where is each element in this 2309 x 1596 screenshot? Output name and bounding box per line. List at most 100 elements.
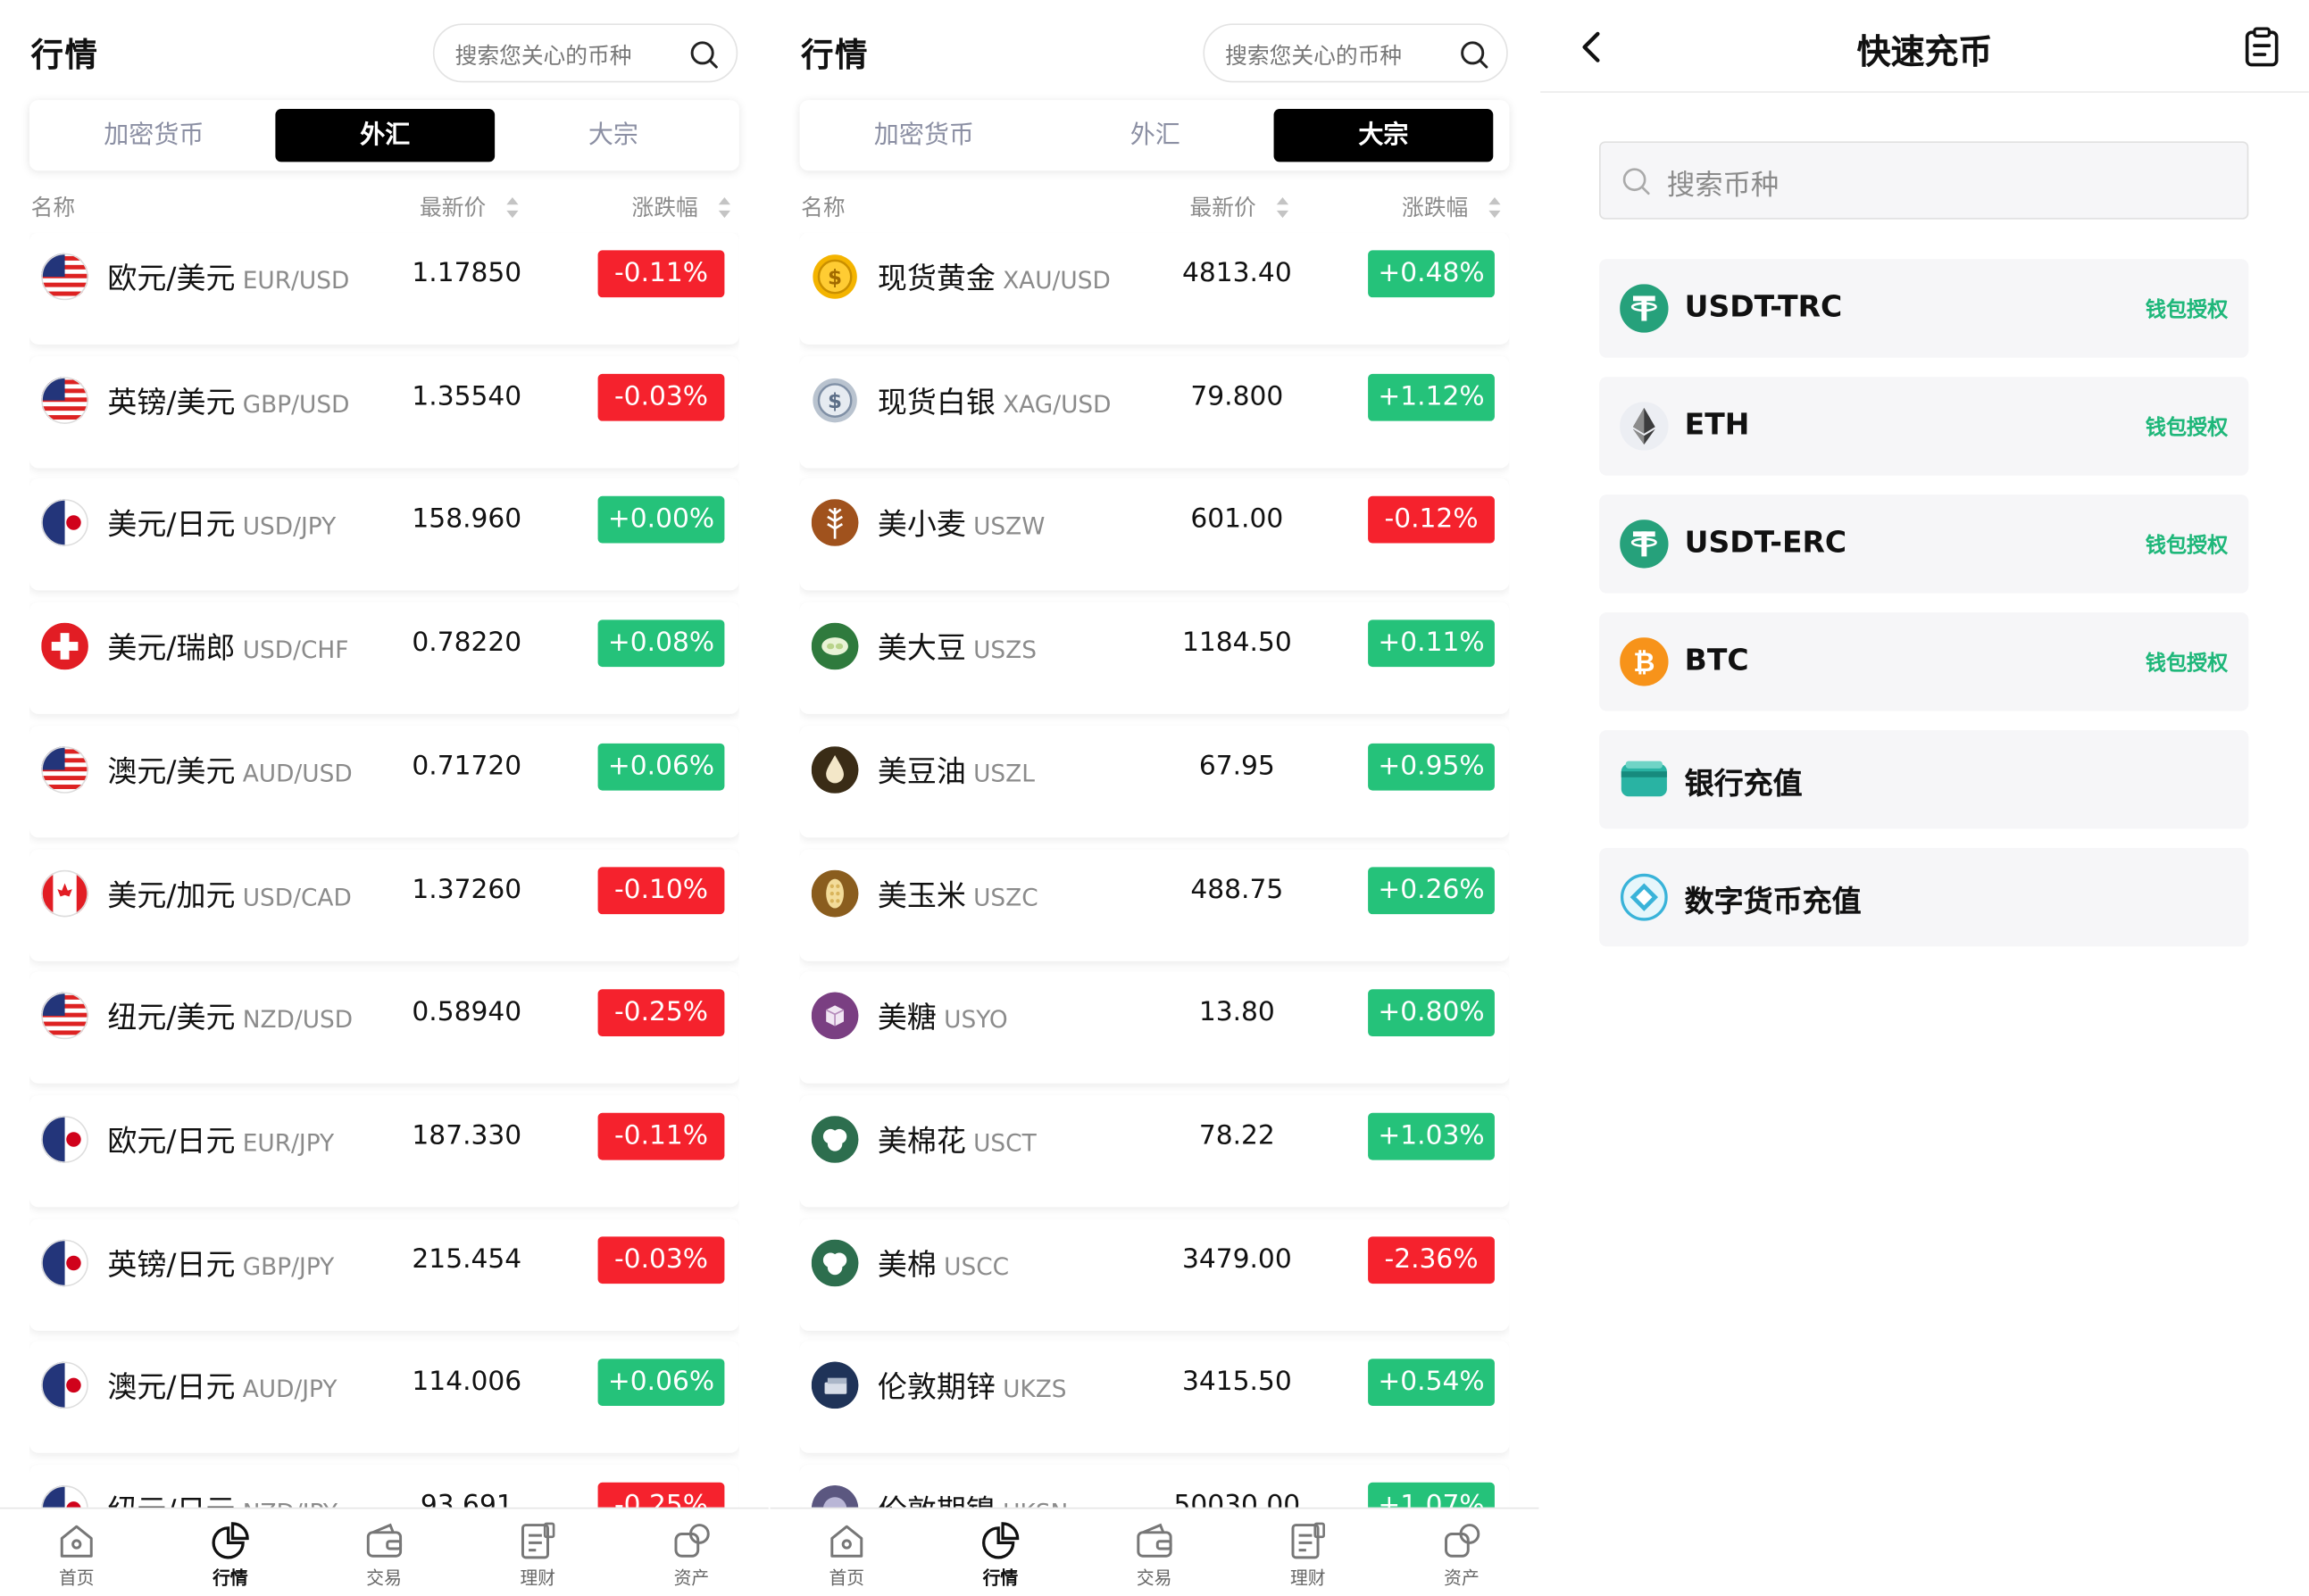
nav-item-trade-wallet[interactable]: 交易 — [325, 1521, 443, 1591]
col-change: 涨跌幅 — [1402, 194, 1469, 221]
quote-row[interactable]: 伦敦期镍 UKSN 50030.00 +1.07% — [799, 1464, 1510, 1508]
deposit-method[interactable]: ₿ BTC 钱包授权 — [1599, 612, 2249, 711]
nav-item-market-chart[interactable]: 行情 — [941, 1521, 1059, 1591]
tab-crypto[interactable]: 加密货币 — [44, 109, 263, 162]
quote-row[interactable]: 纽元/日元 NZD/JPY 93.691 -0.25% — [29, 1464, 739, 1508]
assets-icon — [1441, 1521, 1482, 1562]
sort-icon[interactable] — [505, 195, 520, 219]
quote-row[interactable]: $ 现货黄金 XAU/USD 4813.40 +0.48% — [799, 232, 1510, 345]
search-placeholder: 搜索您关心的币种 — [454, 42, 632, 70]
quote-price: 158.960 — [412, 503, 522, 536]
quote-row[interactable]: 美元/瑞郎 USD/CHF 0.78220 +0.08% — [29, 602, 739, 715]
quote-change-badge: +0.06% — [597, 1359, 725, 1407]
us-flag-icon — [41, 253, 88, 301]
col-change-sort[interactable]: 涨跌幅 — [632, 191, 698, 222]
nav-item-market-chart[interactable]: 行情 — [171, 1521, 289, 1591]
deposit-method-label: USDT-TRC — [1684, 288, 1843, 324]
nav-item-finance-doc[interactable]: 理财 — [479, 1521, 596, 1591]
nav-item-assets[interactable]: 资产 — [1403, 1521, 1521, 1591]
quote-change-badge: -0.03% — [597, 373, 725, 421]
nav-item-home[interactable]: 首页 — [788, 1521, 905, 1591]
quote-row[interactable]: 美棉花 USCT 78.22 +1.03% — [799, 1094, 1510, 1208]
nav-item-finance-doc[interactable]: 理财 — [1249, 1521, 1367, 1591]
quote-row[interactable]: 英镑/日元 GBP/JPY 215.454 -0.03% — [29, 1218, 739, 1331]
japan-flag-icon — [41, 1485, 88, 1508]
quote-name: 美棉 USCC — [878, 1241, 1009, 1284]
sort-icon[interactable] — [1275, 195, 1289, 219]
wallet-auth-link[interactable]: 钱包授权 — [2146, 530, 2228, 560]
quote-row[interactable]: 欧元/日元 EUR/JPY 187.330 -0.11% — [29, 1094, 739, 1208]
market-panel-forex: 行情 搜索您关心的币种 加密货币 外汇 大宗 名称 最新价 涨跌幅 欧元/美元 E… — [0, 0, 769, 1596]
quote-row[interactable]: 美大豆 USZS 1184.50 +0.11% — [799, 602, 1510, 715]
quote-name-text: 欧元/美元 — [107, 260, 236, 296]
nav-item-assets[interactable]: 资产 — [632, 1521, 750, 1591]
assets-icon — [671, 1521, 712, 1562]
deposit-method[interactable]: 银行充值 — [1599, 730, 2249, 829]
search-icon[interactable] — [1459, 40, 1488, 70]
nav-item-home[interactable]: 首页 — [18, 1521, 136, 1591]
nav-label: 行情 — [213, 1567, 248, 1589]
quote-name-text: 美元/日元 — [107, 506, 236, 543]
col-price: 最新价 — [1189, 194, 1256, 221]
tab-crypto[interactable]: 加密货币 — [814, 109, 1034, 162]
coin-search-input[interactable]: 搜索币种 — [1599, 141, 2249, 220]
header: 快速充币 — [1540, 0, 2309, 93]
sort-icon[interactable] — [1488, 195, 1502, 219]
wallet-auth-link[interactable]: 钱包授权 — [2146, 412, 2228, 442]
quote-row[interactable]: 伦敦期锌 UKZS 3415.50 +0.54% — [799, 1341, 1510, 1454]
deposit-method[interactable]: USDT-ERC 钱包授权 — [1599, 495, 2249, 594]
quote-row[interactable]: 美糖 USYO 13.80 +0.80% — [799, 971, 1510, 1085]
market-tabs: 加密货币 外汇 大宗 — [29, 100, 739, 171]
search-icon[interactable] — [689, 40, 719, 70]
quote-name-text: 现货白银 — [877, 383, 996, 420]
quote-row[interactable]: 欧元/美元 EUR/USD 1.17850 -0.11% — [29, 232, 739, 345]
home-icon — [826, 1521, 867, 1562]
deposit-method[interactable]: USDT-TRC 钱包授权 — [1599, 259, 2249, 358]
us-flag-icon — [41, 745, 88, 794]
clipboard-record-icon[interactable] — [2244, 27, 2280, 68]
quote-row[interactable]: 美元/日元 USD/JPY 158.960 +0.00% — [29, 478, 739, 591]
quote-name: 欧元/美元 EUR/USD — [107, 254, 349, 297]
quote-symbol: AUD/USD — [242, 759, 353, 787]
quote-row[interactable]: 美豆油 USZL 67.95 +0.95% — [799, 725, 1510, 838]
quote-symbol: NZD/JPY — [243, 1499, 338, 1508]
quote-row[interactable]: 澳元/美元 AUD/USD 0.71720 +0.06% — [29, 725, 739, 838]
quote-row[interactable]: 美棉 USCC 3479.00 -2.36% — [799, 1218, 1510, 1331]
nav-item-trade-wallet[interactable]: 交易 — [1096, 1521, 1213, 1591]
quote-row[interactable]: 美小麦 USZW 601.00 -0.12% — [799, 478, 1510, 591]
quote-change-badge: -0.11% — [597, 250, 725, 298]
quote-row[interactable]: $ 现货白银 XAG/USD 79.800 +1.12% — [799, 355, 1510, 468]
column-header: 名称 最新价 涨跌幅 — [29, 191, 739, 223]
japan-flag-icon — [41, 1361, 88, 1409]
quote-row[interactable]: 美元/加元 USD/CAD 1.37260 -0.10% — [29, 848, 739, 961]
silver-coin-icon: $ — [812, 377, 859, 424]
deposit-method[interactable]: 数字货币充值 — [1599, 847, 2249, 947]
tab-forex[interactable]: 外汇 — [1046, 109, 1265, 162]
wallet-auth-link[interactable]: 钱包授权 — [2146, 295, 2228, 324]
quote-row[interactable]: 纽元/美元 NZD/USD 0.58940 -0.25% — [29, 971, 739, 1085]
deposit-method[interactable]: ETH 钱包授权 — [1599, 377, 2249, 476]
quote-name: 伦敦期镍 UKSN — [878, 1487, 1068, 1507]
sort-icon[interactable] — [717, 195, 731, 219]
quote-price: 114.006 — [412, 1366, 522, 1398]
quote-row[interactable]: 美玉米 USZC 488.75 +0.26% — [799, 848, 1510, 961]
market-tabs: 加密货币 外汇 大宗 — [799, 100, 1510, 171]
quote-change-badge: +0.48% — [1368, 250, 1495, 298]
nav-label: 理财 — [1289, 1567, 1326, 1589]
tab-forex[interactable]: 外汇 — [275, 109, 496, 162]
sugar-icon — [811, 992, 859, 1040]
nav-label: 交易 — [1136, 1567, 1172, 1589]
wallet-auth-link[interactable]: 钱包授权 — [2146, 648, 2228, 677]
tab-commodity[interactable]: 大宗 — [1273, 109, 1494, 162]
quote-name: 美大豆 USZS — [878, 624, 1037, 667]
quote-price: 50030.00 — [1173, 1489, 1301, 1508]
quote-row[interactable]: 英镑/美元 GBP/USD 1.35540 -0.03% — [29, 355, 739, 468]
quote-row[interactable]: 澳元/日元 AUD/JPY 114.006 +0.06% — [29, 1341, 739, 1454]
search-input[interactable]: 搜索您关心的币种 — [1203, 23, 1508, 83]
search-input[interactable]: 搜索您关心的币种 — [432, 23, 738, 83]
col-change-sort[interactable]: 涨跌幅 — [1402, 191, 1468, 222]
col-price-sort[interactable]: 最新价 — [1190, 191, 1256, 222]
col-price-sort[interactable]: 最新价 — [420, 191, 486, 222]
ethereum-icon — [1620, 402, 1669, 451]
tab-commodity[interactable]: 大宗 — [504, 109, 723, 162]
